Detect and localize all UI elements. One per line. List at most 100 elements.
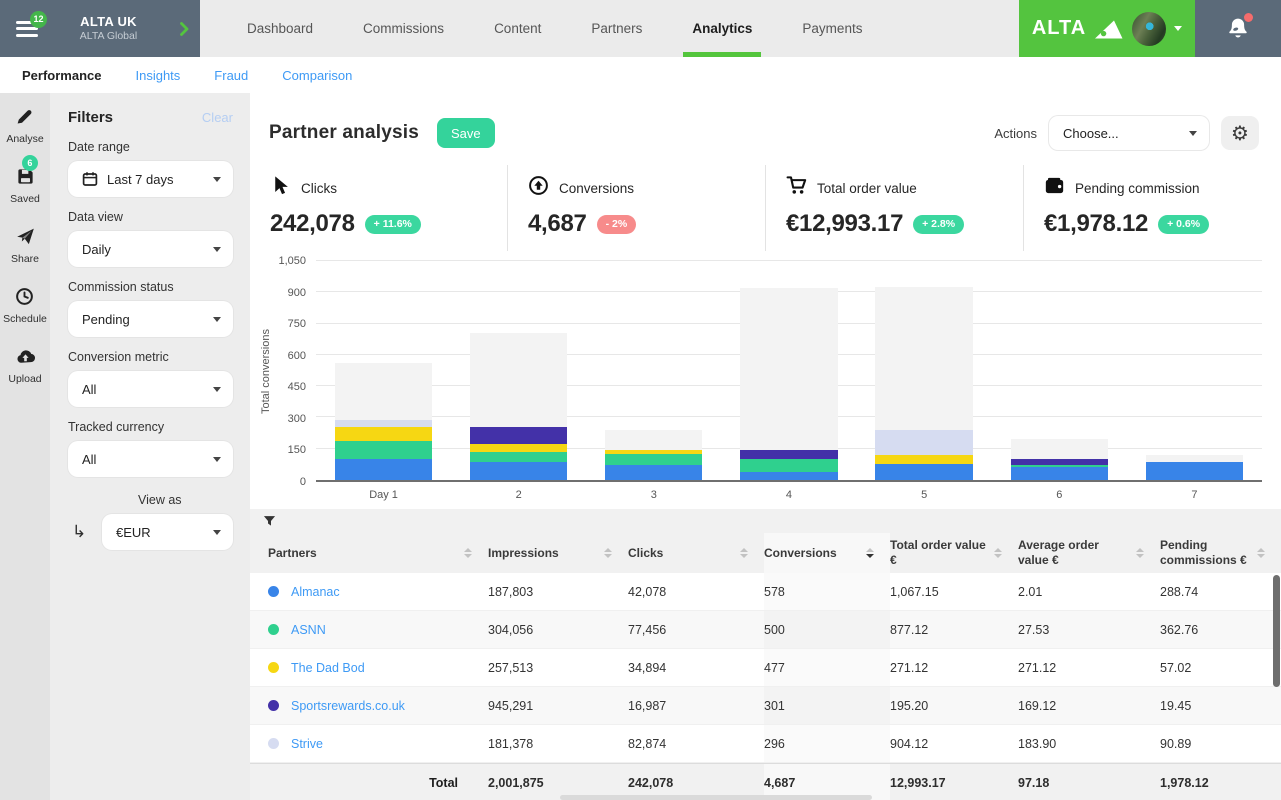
tab-insights[interactable]: Insights bbox=[135, 68, 180, 83]
segment-almanac bbox=[1011, 467, 1108, 480]
x-tick-label: 4 bbox=[721, 489, 856, 501]
filter-funnel-icon[interactable] bbox=[263, 515, 276, 527]
nav-item-partners[interactable]: Partners bbox=[566, 0, 667, 57]
bar-4[interactable] bbox=[721, 261, 856, 480]
horizontal-scrollbar[interactable] bbox=[560, 795, 872, 800]
avatar[interactable] bbox=[1132, 12, 1166, 46]
column-header-impressions: Impressions bbox=[488, 533, 628, 573]
y-tick-label: 150 bbox=[288, 444, 306, 456]
view-as-select[interactable]: €EUR bbox=[102, 514, 233, 550]
org-subtitle: ALTA Global bbox=[80, 30, 137, 43]
cell: 183.90 bbox=[1018, 725, 1160, 762]
filters-clear-button[interactable]: Clear bbox=[202, 110, 233, 125]
view-as-field: View as ↳ €EUR bbox=[68, 493, 233, 550]
segment-sportsrewards-co-uk bbox=[740, 450, 837, 459]
menu-icon[interactable]: 12 bbox=[16, 21, 38, 37]
commission-status-select[interactable]: Pending bbox=[68, 301, 233, 337]
rail-item-schedule[interactable]: Schedule bbox=[3, 287, 47, 325]
nav-item-dashboard[interactable]: Dashboard bbox=[222, 0, 338, 57]
x-tick-label: 2 bbox=[451, 489, 586, 501]
y-tick-label: 300 bbox=[288, 413, 306, 425]
view-as-label: View as bbox=[138, 493, 233, 507]
sort-icon[interactable] bbox=[1136, 548, 1144, 558]
data-view-select[interactable]: Daily bbox=[68, 231, 233, 267]
bar-5[interactable] bbox=[857, 261, 992, 480]
segment-remainder bbox=[875, 287, 972, 430]
partner-link[interactable]: The Dad Bod bbox=[291, 661, 365, 675]
y-tick-label: 900 bbox=[288, 287, 306, 299]
tracked-currency-select[interactable]: All bbox=[68, 441, 233, 477]
avatar-caret-icon[interactable] bbox=[1174, 26, 1182, 31]
segment-remainder bbox=[470, 333, 567, 427]
segment-almanac bbox=[740, 472, 837, 480]
partner-color-dot bbox=[268, 738, 279, 749]
page-header: Partner analysis Save Actions Choose... … bbox=[250, 93, 1281, 159]
sort-icon[interactable] bbox=[1257, 548, 1265, 558]
notifications-button[interactable] bbox=[1195, 0, 1281, 57]
sort-icon[interactable] bbox=[866, 548, 874, 558]
segment-almanac bbox=[335, 459, 432, 480]
cell: 945,291 bbox=[488, 687, 628, 724]
bar-7[interactable] bbox=[1127, 261, 1262, 480]
tab-fraud[interactable]: Fraud bbox=[214, 68, 248, 83]
chevron-down-icon bbox=[213, 177, 221, 182]
nav-item-commissions[interactable]: Commissions bbox=[338, 0, 469, 57]
partner-link[interactable]: Strive bbox=[291, 737, 323, 751]
sort-icon[interactable] bbox=[464, 548, 472, 558]
segment-remainder bbox=[740, 288, 837, 450]
settings-button[interactable]: ⚙ bbox=[1221, 116, 1259, 150]
cell: 288.74 bbox=[1160, 573, 1281, 610]
rail-item-share[interactable]: Share bbox=[11, 227, 39, 265]
org-switcher[interactable]: 12 ALTA UK ALTA Global bbox=[0, 0, 200, 57]
segment-strive bbox=[875, 430, 972, 455]
brand-block: ALTA bbox=[1019, 0, 1195, 57]
nav-item-payments[interactable]: Payments bbox=[777, 0, 887, 57]
rail-item-upload[interactable]: Upload bbox=[8, 347, 41, 385]
actions-select[interactable]: Choose... bbox=[1049, 116, 1209, 150]
segment-the-dad-bod bbox=[875, 455, 972, 464]
cart-icon bbox=[786, 175, 807, 201]
bar-3[interactable] bbox=[586, 261, 721, 480]
segment-asnn bbox=[1011, 465, 1108, 467]
cell: 187,803 bbox=[488, 573, 628, 610]
segment-remainder bbox=[605, 430, 702, 450]
sort-icon[interactable] bbox=[604, 548, 612, 558]
x-axis-labels: Day 1234567 bbox=[316, 482, 1262, 501]
conversion-metric-select[interactable]: All bbox=[68, 371, 233, 407]
partner-link[interactable]: ASNN bbox=[291, 623, 326, 637]
tab-comparison[interactable]: Comparison bbox=[282, 68, 352, 83]
clock-icon bbox=[15, 287, 34, 311]
conversion-metric-field: Conversion metricAll bbox=[68, 350, 233, 407]
y-axis-ticks: 01503004506007509001,050 bbox=[274, 261, 316, 482]
filters-title: Filters bbox=[68, 109, 113, 126]
nav-item-content[interactable]: Content bbox=[469, 0, 566, 57]
sort-icon[interactable] bbox=[740, 548, 748, 558]
cell: 27.53 bbox=[1018, 611, 1160, 648]
segment-almanac bbox=[605, 465, 702, 480]
date-range-select[interactable]: Last 7 days bbox=[68, 161, 233, 197]
bar-6[interactable] bbox=[992, 261, 1127, 480]
cell: 19.45 bbox=[1160, 687, 1281, 724]
pencil-icon bbox=[15, 107, 34, 131]
partner-link[interactable]: Almanac bbox=[291, 585, 340, 599]
bar-day-1[interactable] bbox=[316, 261, 451, 480]
sort-icon[interactable] bbox=[994, 548, 1002, 558]
vertical-scrollbar[interactable] bbox=[1273, 575, 1280, 687]
partner-color-dot bbox=[268, 700, 279, 711]
segment-asnn bbox=[740, 459, 837, 472]
chevron-down-icon bbox=[1189, 131, 1197, 136]
table-header: PartnersImpressionsClicksConversionsTota… bbox=[250, 533, 1281, 573]
column-header-total-order-value-: Total order value € bbox=[890, 533, 1018, 573]
save-button[interactable]: Save bbox=[437, 118, 495, 148]
kpi-delta-badge: + 0.6% bbox=[1158, 215, 1209, 234]
cell: 477 bbox=[764, 649, 890, 686]
partner-link[interactable]: Sportsrewards.co.uk bbox=[291, 699, 405, 713]
x-tick-label: 3 bbox=[586, 489, 721, 501]
rail-item-analyse[interactable]: Analyse bbox=[6, 107, 43, 145]
brand-logo-icon bbox=[1094, 18, 1124, 40]
bar-2[interactable] bbox=[451, 261, 586, 480]
main-panel: Partner analysis Save Actions Choose... … bbox=[250, 93, 1281, 800]
rail-item-saved[interactable]: 6Saved bbox=[10, 167, 40, 205]
tab-performance[interactable]: Performance bbox=[22, 68, 101, 83]
nav-item-analytics[interactable]: Analytics bbox=[667, 0, 777, 57]
